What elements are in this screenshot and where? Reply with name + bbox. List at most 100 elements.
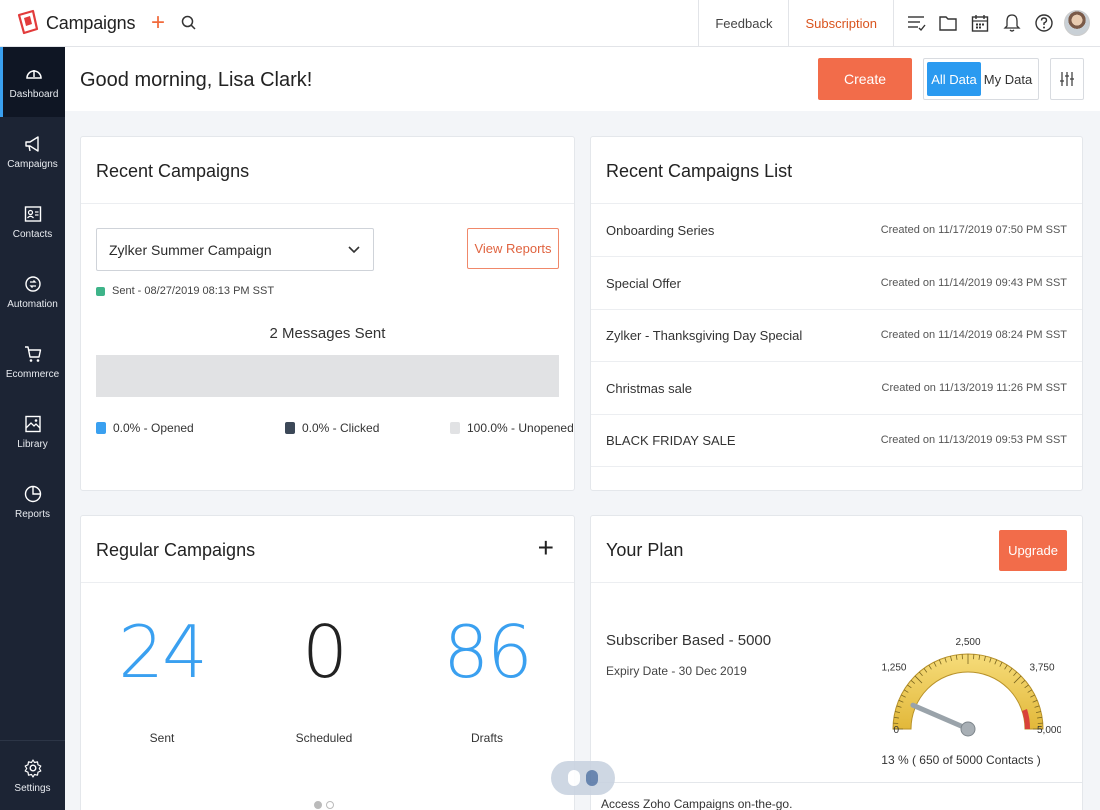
sidebar-item-library[interactable]: Library bbox=[0, 397, 65, 467]
user-avatar[interactable] bbox=[1064, 10, 1090, 36]
all-data-option[interactable]: All Data bbox=[927, 62, 981, 96]
created-date: Created on 11/14/2019 09:43 PM SST bbox=[880, 277, 1067, 289]
sidebar-item-settings[interactable]: Settings bbox=[0, 740, 65, 810]
list-item[interactable]: Christmas sale Created on 11/13/2019 11:… bbox=[591, 362, 1082, 415]
data-scope-toggle: All Data My Data bbox=[923, 58, 1039, 100]
your-plan-card: Your Plan Upgrade Subscriber Based - 500… bbox=[590, 515, 1083, 810]
list-item[interactable]: BLACK FRIDAY SALE Created on 11/13/2019 … bbox=[591, 414, 1082, 467]
sidebar-item-contacts[interactable]: Contacts bbox=[0, 187, 65, 257]
campaign-select-value: Zylker Summer Campaign bbox=[109, 241, 272, 258]
stat-label: Sent bbox=[149, 731, 175, 745]
card-title: Your Plan bbox=[606, 540, 684, 560]
sidebar-item-campaigns[interactable]: Campaigns bbox=[0, 117, 65, 187]
sidebar-item-label: Campaigns bbox=[7, 159, 58, 170]
folder-icon[interactable] bbox=[932, 0, 964, 47]
campaign-name[interactable]: Christmas sale bbox=[606, 381, 692, 396]
pie-icon bbox=[24, 485, 41, 503]
plan-usage-caption: 13 % ( 650 of 5000 Contacts ) bbox=[881, 753, 1041, 767]
search-icon[interactable] bbox=[180, 14, 198, 32]
campaign-name[interactable]: Special Offer bbox=[606, 276, 681, 291]
card-title: Recent Campaigns List bbox=[606, 161, 793, 181]
gauge-icon bbox=[26, 70, 42, 79]
brand[interactable]: Campaigns bbox=[0, 9, 140, 37]
automation-icon bbox=[24, 276, 41, 292]
legend-swatch bbox=[96, 422, 106, 434]
chevron-down-icon bbox=[348, 245, 360, 253]
recent-campaigns-list-card: Recent Campaigns List Onboarding Series … bbox=[590, 136, 1083, 491]
library-icon bbox=[24, 415, 41, 433]
legend-label: 100.0% - Unopened bbox=[467, 421, 574, 435]
task-list-icon[interactable] bbox=[900, 0, 932, 47]
legend-label: 0.0% - Opened bbox=[113, 421, 194, 435]
gear-icon bbox=[24, 758, 41, 778]
bell-icon[interactable] bbox=[996, 0, 1028, 47]
subscription-link[interactable]: Subscription bbox=[788, 0, 893, 47]
settings-label: Settings bbox=[14, 782, 51, 794]
divider bbox=[591, 582, 1082, 583]
app-name: Campaigns bbox=[46, 12, 136, 33]
messages-sent: 2 Messages Sent bbox=[269, 325, 386, 342]
pill-dot bbox=[586, 770, 598, 786]
page-header: Good morning, Lisa Clark! Create All Dat… bbox=[65, 47, 1100, 111]
created-date: Created on 11/13/2019 11:26 PM SST bbox=[881, 382, 1068, 394]
legend-label: 0.0% - Clicked bbox=[302, 421, 380, 435]
campaign-name[interactable]: BLACK FRIDAY SALE bbox=[606, 433, 736, 448]
sidebar-item-dashboard[interactable]: Dashboard bbox=[0, 47, 65, 117]
stat-scheduled[interactable]: 0 Scheduled bbox=[244, 616, 404, 745]
my-data-option[interactable]: My Data bbox=[981, 62, 1035, 96]
campaign-name[interactable]: Onboarding Series bbox=[606, 223, 714, 238]
pager-dot[interactable] bbox=[314, 801, 322, 809]
pager-dot[interactable] bbox=[326, 801, 334, 809]
recent-campaigns-card: Recent Campaigns Zylker Summer Campaign … bbox=[80, 136, 575, 491]
greeting-title: Good morning, Lisa Clark! bbox=[80, 69, 313, 91]
sliders-icon bbox=[1060, 72, 1074, 86]
help-icon[interactable] bbox=[1028, 0, 1060, 47]
feedback-link[interactable]: Feedback bbox=[698, 0, 788, 47]
upgrade-button[interactable]: Upgrade bbox=[999, 530, 1067, 571]
list-item[interactable]: Special Offer Created on 11/14/2019 09:4… bbox=[591, 257, 1082, 310]
stat-value: 24 bbox=[118, 610, 208, 694]
floating-toggle[interactable] bbox=[551, 761, 615, 795]
campaign-select[interactable]: Zylker Summer Campaign bbox=[96, 228, 374, 271]
sidebar-item-reports[interactable]: Reports bbox=[0, 467, 65, 537]
plan-expiry: Expiry Date - 30 Dec 2019 bbox=[606, 664, 747, 678]
mobile-app-banner[interactable]: Access Zoho Campaigns on-the-go. bbox=[591, 782, 1082, 810]
contacts-icon bbox=[24, 206, 41, 222]
customize-button[interactable] bbox=[1050, 58, 1084, 100]
legend-swatch bbox=[285, 422, 295, 434]
gauge-tick-label: 3,750 bbox=[1030, 662, 1055, 673]
sidebar-item-label: Reports bbox=[14, 509, 50, 520]
gauge-tick-label: 5,000 bbox=[1037, 725, 1061, 736]
campaign-name[interactable]: Zylker - Thanksgiving Day Special bbox=[606, 328, 802, 343]
divider bbox=[81, 203, 574, 204]
gauge-tick-label: 1,250 bbox=[881, 662, 906, 673]
gauge-hub bbox=[960, 721, 976, 737]
gauge-needle bbox=[910, 702, 971, 732]
sidebar-item-ecommerce[interactable]: Ecommerce bbox=[0, 327, 65, 397]
gauge-tick-label: 0 bbox=[893, 725, 899, 736]
legend-unopened: 100.0% - Unopened bbox=[450, 421, 574, 435]
add-campaign-icon[interactable]: + bbox=[538, 534, 554, 562]
calendar-icon[interactable] bbox=[964, 0, 996, 47]
list-item[interactable]: Zylker - Thanksgiving Day Special Create… bbox=[591, 309, 1082, 362]
cart-icon bbox=[24, 346, 41, 362]
sidebar-item-label: Automation bbox=[7, 299, 58, 310]
list-item[interactable]: Onboarding Series Created on 11/17/2019 … bbox=[591, 204, 1082, 257]
regular-campaigns-card: Regular Campaigns + 24 Sent 0 Scheduled … bbox=[80, 515, 575, 810]
top-bar: Campaigns + Feedback Subscription bbox=[0, 0, 1100, 47]
create-button[interactable]: Create bbox=[818, 58, 912, 100]
carousel-pager bbox=[314, 801, 334, 809]
sidebar-item-automation[interactable]: Automation bbox=[0, 257, 65, 327]
created-date: Created on 11/13/2019 09:53 PM SST bbox=[880, 434, 1067, 446]
gauge-tick-label: 2,500 bbox=[955, 637, 980, 648]
sent-status-text: Sent - 08/27/2019 08:13 PM SST bbox=[112, 285, 275, 297]
sidebar-item-label: Ecommerce bbox=[5, 369, 60, 380]
sidebar: Dashboard Campaigns Contacts Automation … bbox=[0, 47, 65, 810]
plan-name: Subscriber Based - 5000 bbox=[606, 632, 772, 649]
status-dot bbox=[96, 286, 105, 296]
add-icon[interactable]: + bbox=[148, 11, 168, 35]
stat-drafts[interactable]: 86 Drafts bbox=[407, 616, 567, 745]
view-reports-button[interactable]: View Reports bbox=[467, 228, 559, 269]
stat-sent[interactable]: 24 Sent bbox=[82, 610, 242, 745]
stat-label: Scheduled bbox=[295, 731, 353, 745]
